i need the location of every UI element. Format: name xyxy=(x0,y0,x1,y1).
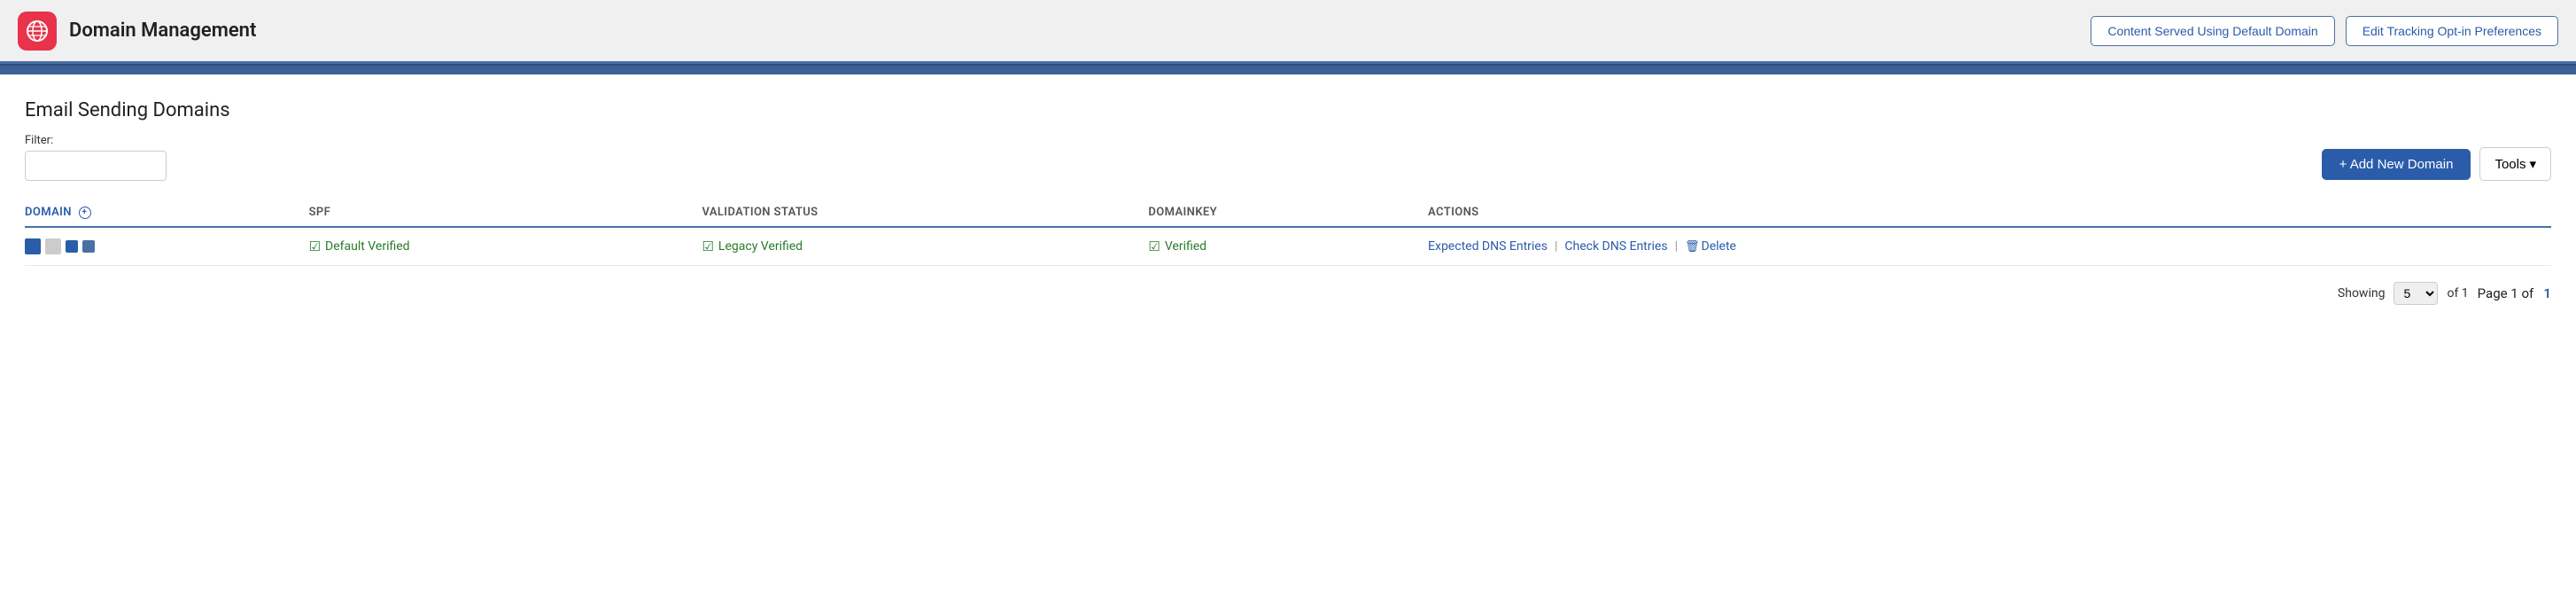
content-served-button[interactable]: Content Served Using Default Domain xyxy=(2091,16,2334,46)
section-title: Email Sending Domains xyxy=(25,99,2551,121)
col-validation-status: VALIDATION STATUS xyxy=(702,199,1148,227)
spf-status: ☑ Default Verified xyxy=(309,238,692,254)
spf-cell: ☑ Default Verified xyxy=(309,227,702,266)
check-dns-entries-link[interactable]: Check DNS Entries xyxy=(1564,239,1667,254)
validation-status-label: Legacy Verified xyxy=(718,239,803,254)
header-left: Domain Management xyxy=(18,12,256,51)
tools-button[interactable]: Tools ▾ xyxy=(2479,147,2551,181)
page-info: Page 1 of 1 xyxy=(2478,285,2551,301)
main-content: Email Sending Domains Filter: + Add New … xyxy=(0,74,2576,601)
app-title: Domain Management xyxy=(69,20,256,42)
delete-icon: 🗑 xyxy=(1685,240,1700,254)
validation-cell: ☑ Legacy Verified xyxy=(702,227,1148,266)
domain-squares xyxy=(25,238,299,254)
col-actions: ACTIONS xyxy=(1428,199,2551,227)
domain-sq-gray xyxy=(45,238,61,254)
domain-sq-small-blue2 xyxy=(82,240,95,253)
actions-cell: Expected DNS Entries | Check DNS Entries… xyxy=(1428,227,2551,266)
col-domain[interactable]: DOMAIN + xyxy=(25,199,309,227)
domain-sq-blue xyxy=(25,238,41,254)
spf-check-icon: ☑ xyxy=(309,238,321,254)
domain-cell xyxy=(25,227,309,266)
showing-label: Showing xyxy=(2338,286,2386,300)
col-domainkey: DOMAINKEY xyxy=(1148,199,1428,227)
col-spf: SPF xyxy=(309,199,702,227)
validation-check-icon: ☑ xyxy=(702,238,713,254)
page-label: Page 1 of xyxy=(2478,285,2534,301)
page-number-link[interactable]: 1 xyxy=(2543,285,2551,301)
tools-chevron-icon: ▾ xyxy=(2529,156,2536,172)
domainkey-status: ☑ Verified xyxy=(1148,238,1417,254)
of-label: of 1 xyxy=(2447,286,2468,300)
domain-sq-small-blue xyxy=(66,240,78,253)
per-page-select[interactable]: 5 10 25 50 xyxy=(2394,282,2438,305)
action-sep-1: | xyxy=(1555,239,1557,254)
domainkey-cell: ☑ Verified xyxy=(1148,227,1428,266)
header-right: Content Served Using Default Domain Edit… xyxy=(2091,16,2558,46)
table-header-row: DOMAIN + SPF VALIDATION STATUS DOMAINKEY… xyxy=(25,199,2551,227)
spf-status-label: Default Verified xyxy=(325,239,410,254)
action-buttons: + Add New Domain Tools ▾ xyxy=(2322,147,2551,181)
domainkey-check-icon: ☑ xyxy=(1148,238,1160,254)
domainkey-status-label: Verified xyxy=(1165,239,1207,254)
sort-icon: + xyxy=(79,207,91,219)
add-new-domain-button[interactable]: + Add New Domain xyxy=(2322,149,2471,180)
actions-container: Expected DNS Entries | Check DNS Entries… xyxy=(1428,239,2541,254)
pagination-row: Showing 5 10 25 50 of 1 Page 1 of 1 xyxy=(25,282,2551,305)
filter-row: Filter: + Add New Domain Tools ▾ xyxy=(25,134,2551,181)
filter-label: Filter: xyxy=(25,134,167,147)
tools-label: Tools xyxy=(2495,157,2526,172)
delete-link[interactable]: 🗑Delete xyxy=(1685,239,1736,254)
table-row: ☑ Default Verified ☑ Legacy Verified ☑ V… xyxy=(25,227,2551,266)
banner-strip xyxy=(0,64,2576,74)
expected-dns-entries-link[interactable]: Expected DNS Entries xyxy=(1428,239,1548,254)
edit-tracking-button[interactable]: Edit Tracking Opt-in Preferences xyxy=(2346,16,2558,46)
domains-table: DOMAIN + SPF VALIDATION STATUS DOMAINKEY… xyxy=(25,199,2551,266)
col-domain-label: DOMAIN xyxy=(25,206,72,219)
top-header: Domain Management Content Served Using D… xyxy=(0,0,2576,64)
validation-status: ☑ Legacy Verified xyxy=(702,238,1137,254)
filter-input[interactable] xyxy=(25,151,167,181)
app-icon xyxy=(18,12,57,51)
filter-left: Filter: xyxy=(25,134,167,181)
action-sep-2: | xyxy=(1675,239,1678,254)
